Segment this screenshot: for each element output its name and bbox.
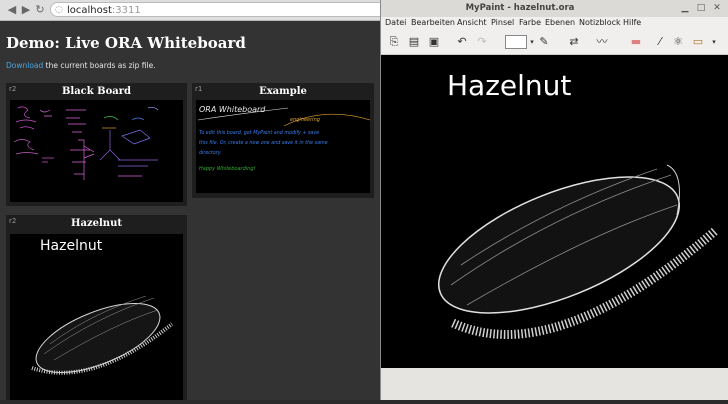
color-picker-icon[interactable]: ⁄ bbox=[653, 35, 667, 49]
save-file-icon[interactable]: ▣ bbox=[427, 35, 441, 49]
brush-settings-icon[interactable]: ✎ bbox=[537, 35, 551, 49]
mypaint-window: MyPaint - hazelnut.ora ▁ □ ✕ Datei Bearb… bbox=[380, 0, 728, 400]
board-card-hazelnut[interactable]: r2 Hazelnut Hazelnut bbox=[6, 215, 187, 400]
menubar: Datei Bearbeiten Ansicht Pinsel Farbe Eb… bbox=[381, 17, 728, 30]
board-title: Hazelnut bbox=[71, 218, 122, 229]
board-card-example[interactable]: r1 Example ORA Whiteboard engineering To… bbox=[192, 83, 374, 198]
forward-arrow-icon[interactable]: ▶ bbox=[19, 3, 33, 17]
black-board-sketch bbox=[13, 106, 159, 180]
new-document-icon[interactable]: ⎘ bbox=[387, 35, 401, 49]
eraser-icon[interactable]: ▬ bbox=[629, 35, 643, 49]
example-board-text: ORA Whiteboard engineering To edit this … bbox=[197, 105, 371, 172]
minimize-icon[interactable]: ▁ bbox=[679, 2, 691, 14]
menu-datei[interactable]: Datei bbox=[385, 18, 406, 27]
bottom-area bbox=[381, 368, 728, 400]
hazelnut-thumbnail-text: Hazelnut bbox=[40, 238, 103, 254]
board-card-black-board[interactable]: r2 Black Board bbox=[6, 83, 187, 206]
close-icon[interactable]: ✕ bbox=[711, 2, 723, 14]
board-thumbnail[interactable]: ORA Whiteboard engineering To edit this … bbox=[196, 100, 371, 193]
menu-hilfe[interactable]: Hilfe bbox=[623, 18, 641, 27]
menu-notizblock[interactable]: Notizblock bbox=[579, 18, 621, 27]
drawing-canvas[interactable]: Hazelnut bbox=[381, 55, 728, 368]
hazelnut-thumbnail-drawing: Hazelnut bbox=[31, 238, 174, 375]
window-title: MyPaint - hazelnut.ora bbox=[465, 3, 575, 13]
page-description: Download the current boards as zip file. bbox=[6, 61, 156, 70]
page-title: Demo: Live ORA Whiteboard bbox=[6, 34, 246, 52]
example-heading: ORA Whiteboard bbox=[199, 105, 266, 114]
board-thumbnail[interactable] bbox=[10, 100, 183, 202]
menu-ansicht[interactable]: Ansicht bbox=[457, 18, 487, 27]
frame-icon[interactable]: ▭ bbox=[691, 35, 705, 49]
menu-farbe[interactable]: Farbe bbox=[519, 18, 541, 27]
example-line-1: To edit this board, get MyPaint and modi… bbox=[199, 130, 319, 136]
menu-ebenen[interactable]: Ebenen bbox=[545, 18, 575, 27]
symmetry-icon[interactable]: ⚛ bbox=[671, 35, 685, 49]
menu-pinsel[interactable]: Pinsel bbox=[491, 18, 514, 27]
url-host: localhost bbox=[67, 5, 112, 16]
undo-icon[interactable]: ↶ bbox=[455, 35, 469, 49]
open-file-icon[interactable]: ▤ bbox=[407, 35, 421, 49]
example-line-2: this file. Or, create a new one and save… bbox=[199, 140, 328, 146]
hazelnut-drawing: Hazelnut bbox=[437, 69, 718, 339]
mypaint-titlebar: MyPaint - hazelnut.ora ▁ □ ✕ bbox=[381, 0, 728, 18]
download-description: the current boards as zip file. bbox=[43, 61, 156, 70]
color-swatch[interactable] bbox=[505, 35, 527, 49]
globe-icon: ◌ bbox=[55, 5, 63, 15]
board-title: Black Board bbox=[61, 86, 132, 97]
redo-icon[interactable]: ↷ bbox=[475, 35, 489, 49]
board-thumbnail[interactable]: Hazelnut bbox=[10, 234, 183, 400]
example-line-3: directory. bbox=[199, 150, 222, 156]
maximize-icon[interactable]: □ bbox=[695, 2, 707, 14]
download-link[interactable]: Download bbox=[6, 61, 43, 70]
chevron-down-icon[interactable]: ▾ bbox=[707, 35, 721, 49]
back-arrow-icon[interactable]: ◀ bbox=[5, 3, 19, 17]
stroke-mode-icon[interactable]: 〰 bbox=[595, 35, 609, 49]
brush-adjust-icon[interactable]: ⇄ bbox=[567, 35, 581, 49]
example-tag: engineering bbox=[290, 117, 320, 123]
toolbar: ⎘ ▤ ▣ ↶ ↷ ▾ ✎ ⇄ 〰 ▬ ⁄ ⚛ ▭ ▾ bbox=[381, 30, 728, 55]
menu-bearbeiten[interactable]: Bearbeiten bbox=[411, 18, 455, 27]
url-port: :3311 bbox=[111, 5, 141, 16]
example-line-4: Happy Whiteboarding! bbox=[199, 166, 256, 172]
hazelnut-canvas-text: Hazelnut bbox=[447, 69, 571, 102]
reload-icon[interactable]: ↻ bbox=[33, 3, 47, 17]
board-title: Example bbox=[259, 86, 307, 97]
